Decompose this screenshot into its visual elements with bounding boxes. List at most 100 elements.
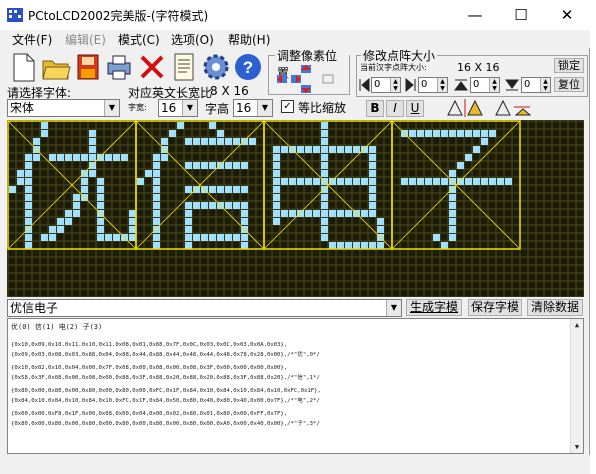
lit-pixel[interactable]	[225, 186, 232, 193]
lit-pixel[interactable]	[209, 162, 216, 169]
lit-pixel[interactable]	[185, 234, 192, 241]
lit-pixel[interactable]	[321, 122, 328, 129]
lit-pixel[interactable]	[89, 162, 96, 169]
underline-button[interactable]: U	[406, 100, 424, 117]
lit-pixel[interactable]	[305, 146, 312, 153]
lit-pixel[interactable]	[65, 218, 72, 225]
clear-data-button[interactable]: 清除数据	[527, 299, 583, 316]
lit-pixel[interactable]	[49, 226, 56, 233]
lit-pixel[interactable]	[273, 202, 280, 209]
lit-pixel[interactable]	[433, 234, 440, 241]
lit-pixel[interactable]	[225, 202, 232, 209]
lit-pixel[interactable]	[225, 138, 232, 145]
lit-pixel[interactable]	[449, 210, 456, 217]
lit-pixel[interactable]	[353, 146, 360, 153]
lit-pixel[interactable]	[73, 210, 80, 217]
lit-pixel[interactable]	[153, 202, 160, 209]
lit-pixel[interactable]	[457, 130, 464, 137]
lit-pixel[interactable]	[185, 162, 192, 169]
lit-pixel[interactable]	[369, 154, 376, 161]
lit-pixel[interactable]	[33, 154, 40, 161]
lit-pixel[interactable]	[369, 186, 376, 193]
lit-pixel[interactable]	[273, 218, 280, 225]
generate-button[interactable]: 生成字模	[406, 299, 462, 316]
lit-pixel[interactable]	[25, 210, 32, 217]
lit-pixel[interactable]	[321, 162, 328, 169]
lit-pixel[interactable]	[233, 138, 240, 145]
lit-pixel[interactable]	[33, 138, 40, 145]
lit-pixel[interactable]	[17, 178, 24, 185]
proportional-checkbox[interactable]: ✓	[281, 100, 294, 113]
lit-pixel[interactable]	[321, 154, 328, 161]
lit-pixel[interactable]	[153, 210, 160, 217]
menu-file[interactable]: 文件(F)	[12, 31, 52, 48]
lit-pixel[interactable]	[153, 218, 160, 225]
new-file-icon[interactable]	[8, 50, 40, 84]
lit-pixel[interactable]	[449, 234, 456, 241]
lit-pixel[interactable]	[281, 146, 288, 153]
lit-pixel[interactable]	[465, 130, 472, 137]
lit-pixel[interactable]	[449, 194, 456, 201]
char-width-select[interactable]: 16 ▼	[158, 99, 198, 117]
lit-pixel[interactable]	[425, 130, 432, 137]
lit-pixel[interactable]	[209, 186, 216, 193]
lit-pixel[interactable]	[153, 194, 160, 201]
height-top-spin[interactable]: 0 ▲ ▼	[470, 77, 500, 93]
lit-pixel[interactable]	[65, 154, 72, 161]
save-disk-icon[interactable]	[72, 50, 104, 84]
lit-pixel[interactable]	[73, 194, 80, 201]
lit-pixel[interactable]	[417, 178, 424, 185]
lit-pixel[interactable]	[25, 218, 32, 225]
lit-pixel[interactable]	[449, 218, 456, 225]
lit-pixel[interactable]	[185, 218, 192, 225]
notes-icon[interactable]	[168, 50, 200, 84]
lit-pixel[interactable]	[457, 178, 464, 185]
save-font-button[interactable]: 保存字模	[468, 299, 522, 316]
lit-pixel[interactable]	[153, 170, 160, 177]
lit-pixel[interactable]	[449, 170, 456, 177]
lit-pixel[interactable]	[329, 242, 336, 249]
lit-pixel[interactable]	[41, 122, 48, 129]
lit-pixel[interactable]	[121, 154, 128, 161]
lit-pixel[interactable]	[321, 234, 328, 241]
lit-pixel[interactable]	[473, 178, 480, 185]
close-button[interactable]: ✕	[544, 0, 590, 30]
lit-pixel[interactable]	[273, 146, 280, 153]
lit-pixel[interactable]	[305, 210, 312, 217]
lit-pixel[interactable]	[217, 162, 224, 169]
lit-pixel[interactable]	[281, 178, 288, 185]
lit-pixel[interactable]	[465, 178, 472, 185]
lit-pixel[interactable]	[273, 170, 280, 177]
lit-pixel[interactable]	[449, 226, 456, 233]
lit-pixel[interactable]	[233, 162, 240, 169]
lit-pixel[interactable]	[89, 154, 96, 161]
lit-pixel[interactable]	[193, 202, 200, 209]
lit-pixel[interactable]	[369, 146, 376, 153]
pixel-grid[interactable]	[7, 120, 585, 298]
lit-pixel[interactable]	[25, 162, 32, 169]
menu-options[interactable]: 选项(O)	[171, 31, 214, 48]
lit-pixel[interactable]	[369, 170, 376, 177]
lit-pixel[interactable]	[289, 178, 296, 185]
lit-pixel[interactable]	[449, 130, 456, 137]
char-height-select[interactable]: 16 ▼	[233, 99, 273, 117]
lit-pixel[interactable]	[241, 202, 248, 209]
italic-button[interactable]: I	[386, 100, 404, 117]
lit-pixel[interactable]	[217, 234, 224, 241]
lit-pixel[interactable]	[489, 130, 496, 137]
lit-pixel[interactable]	[321, 146, 328, 153]
lit-pixel[interactable]	[193, 186, 200, 193]
lit-pixel[interactable]	[241, 210, 248, 217]
lit-pixel[interactable]	[25, 226, 32, 233]
lit-pixel[interactable]	[281, 210, 288, 217]
lit-pixel[interactable]	[113, 154, 120, 161]
lit-pixel[interactable]	[273, 178, 280, 185]
lit-pixel[interactable]	[369, 162, 376, 169]
help-icon[interactable]: ?	[232, 50, 264, 84]
lit-pixel[interactable]	[321, 210, 328, 217]
lit-pixel[interactable]	[201, 162, 208, 169]
lit-pixel[interactable]	[185, 226, 192, 233]
lit-pixel[interactable]	[161, 138, 168, 145]
lit-pixel[interactable]	[161, 154, 168, 161]
width-right-spin[interactable]: 0 ▲ ▼	[418, 77, 448, 93]
